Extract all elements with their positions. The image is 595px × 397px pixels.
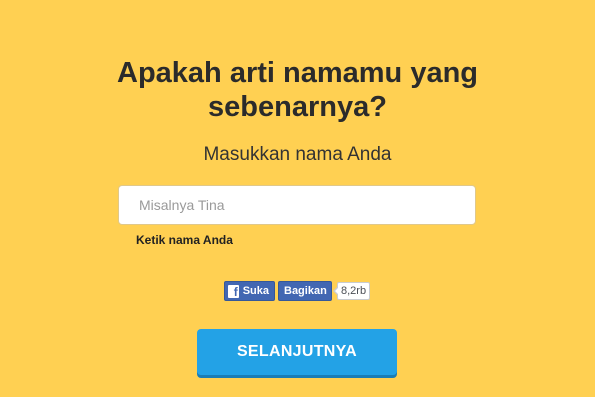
facebook-share-label: Bagikan	[284, 285, 327, 297]
name-input[interactable]	[118, 185, 476, 225]
facebook-like-label: Suka	[242, 285, 269, 297]
facebook-share-bar: f Suka Bagikan 8,2rb	[224, 281, 371, 301]
facebook-share-count: 8,2rb	[332, 282, 371, 300]
facebook-like-button[interactable]: f Suka	[224, 281, 275, 301]
facebook-share-button[interactable]: Bagikan	[278, 281, 332, 301]
next-button[interactable]: SELANJUTNYA	[197, 329, 397, 375]
subtitle: Masukkan nama Anda	[203, 144, 392, 165]
helper-text: Ketik nama Anda	[136, 233, 233, 247]
page-title: Apakah arti namamu yang sebenarnya?	[117, 57, 478, 123]
facebook-icon: f	[228, 284, 239, 298]
